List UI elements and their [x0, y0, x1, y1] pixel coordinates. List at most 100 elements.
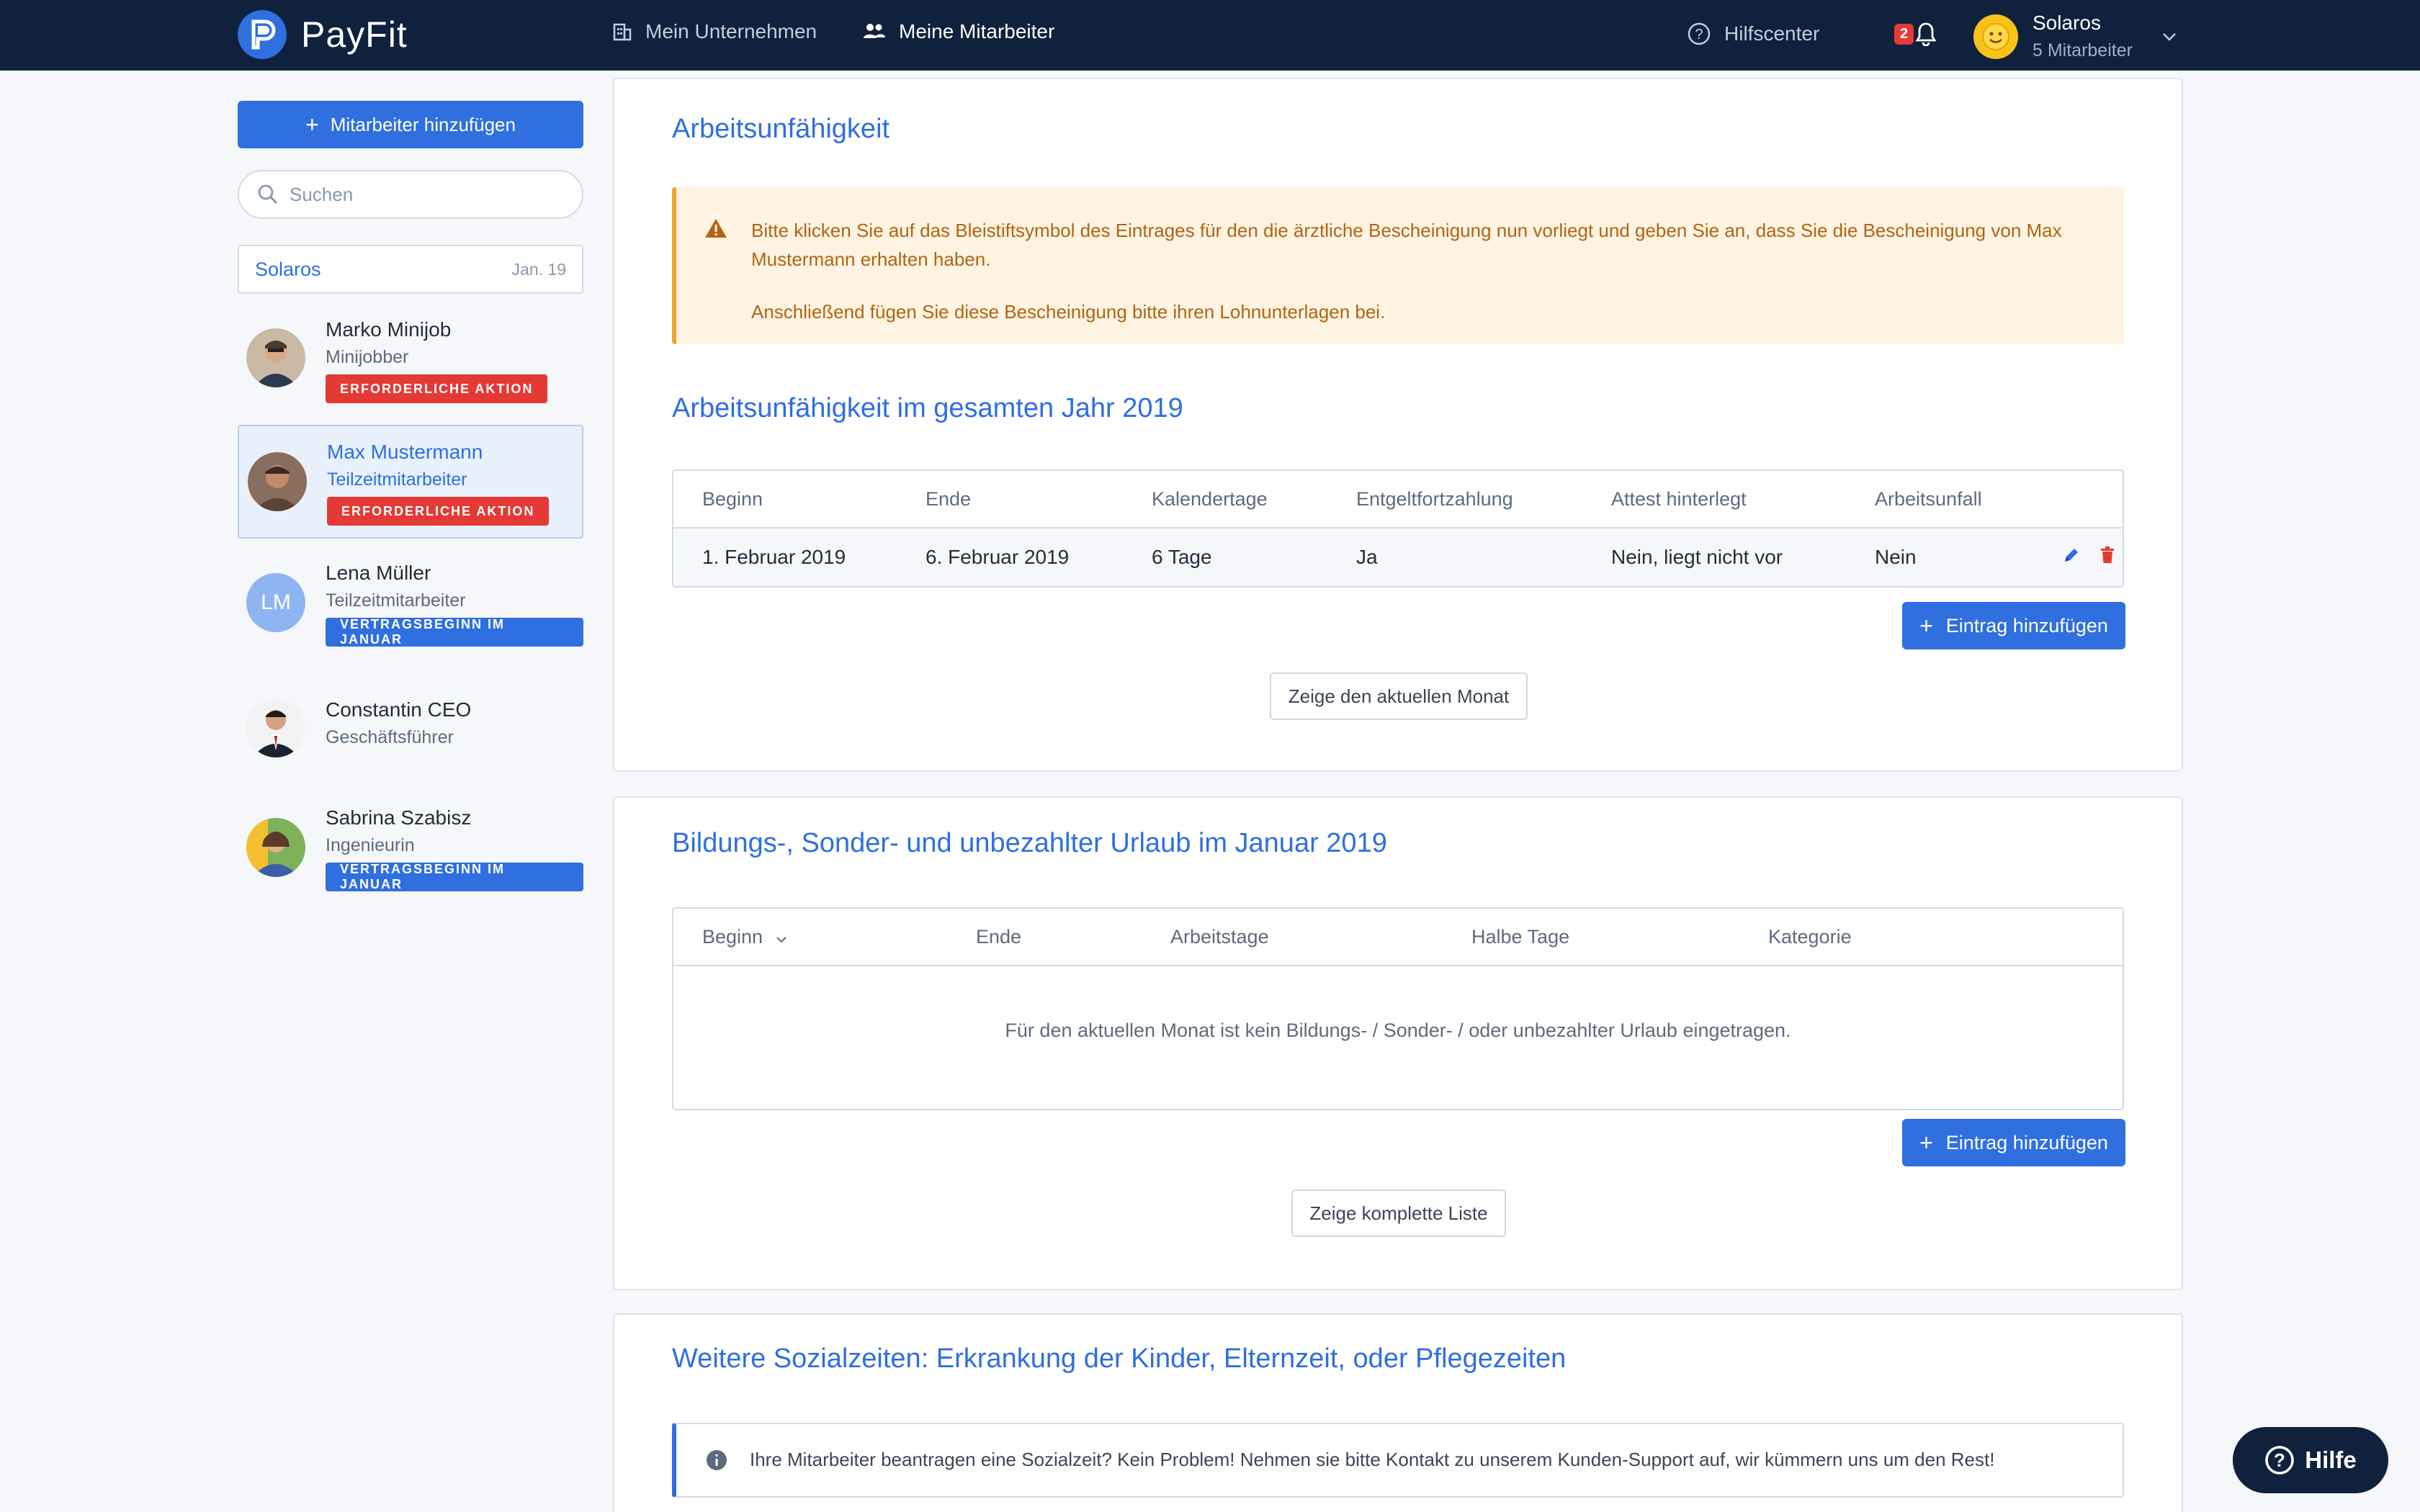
brand-name: PayFit	[301, 14, 408, 55]
info-alert: Ihre Mitarbeiter beantragen eine Sozialz…	[672, 1423, 2124, 1498]
column-header: Ende	[926, 488, 972, 510]
question-circle-icon: ?	[1688, 22, 1711, 45]
employee-list-item[interactable]: Marko Minijob Minijobber ERFORDERLICHE A…	[238, 302, 583, 416]
company-avatar	[1973, 14, 2018, 59]
trash-icon[interactable]	[2099, 546, 2115, 564]
table-header: Beginn Ende Arbeitstage Halbe Tage Kateg…	[673, 909, 2123, 966]
add-entry-label: Eintrag hinzufügen	[1945, 1131, 2108, 1153]
column-header: Entgeltfortzahlung	[1356, 488, 1513, 510]
nav-my-employees[interactable]: Meine Mitarbeiter	[863, 20, 1054, 43]
column-header-label: Beginn	[702, 926, 763, 948]
column-header: Arbeitsunfall	[1875, 488, 1982, 510]
payfit-logo-icon	[238, 10, 287, 59]
search-icon	[258, 184, 278, 204]
table-header: Beginn Ende Kalendertage Entgeltfortzahl…	[673, 471, 2123, 528]
avatar-initials: LM	[246, 573, 305, 632]
chevron-down-icon[interactable]	[2161, 32, 2177, 42]
incapacity-card: Arbeitsunfähigkeit Bitte klicken Sie auf…	[613, 78, 2183, 772]
payroll-period: Jan. 19	[511, 259, 566, 279]
search-input[interactable]	[290, 183, 563, 206]
employee-name: Constantin CEO	[326, 698, 472, 721]
employee-list-item[interactable]: Constantin CEO Geschäftsführer	[238, 684, 583, 770]
info-icon	[707, 1450, 727, 1470]
empty-state-message: Für den aktuellen Monat ist kein Bildung…	[1005, 1020, 1791, 1041]
company-name: Solaros	[255, 258, 321, 280]
employee-list-item-selected[interactable]: Max Mustermann Teilzeitmitarbeiter ERFOR…	[238, 425, 583, 539]
employee-role: Teilzeitmitarbeiter	[326, 590, 466, 611]
info-message: Ihre Mitarbeiter beantragen eine Sozialz…	[750, 1449, 1995, 1470]
social-times-title: Weitere Sozialzeiten: Erkrankung der Kin…	[672, 1344, 1567, 1374]
employee-list-item[interactable]: LM Lena Müller Teilzeitmitarbeiter VERTR…	[238, 547, 583, 661]
account-employee-count: 5 Mitarbeiter	[2033, 40, 2133, 60]
employee-name: Marko Minijob	[326, 318, 452, 341]
social-times-card: Weitere Sozialzeiten: Erkrankung der Kin…	[613, 1313, 2183, 1512]
column-header: Kalendertage	[1152, 488, 1268, 510]
status-badge: VERTRAGSBEGINN IM JANUAR	[326, 617, 583, 647]
bell-icon	[1915, 22, 1937, 46]
column-header-sortable[interactable]: Beginn	[702, 926, 787, 948]
incapacity-table: Beginn Ende Kalendertage Entgeltfortzahl…	[672, 469, 2124, 588]
nav-my-company[interactable]: Mein Unternehmen	[612, 20, 817, 43]
help-button[interactable]: ? Hilfe	[2233, 1427, 2388, 1493]
warning-message-secondary: Anschließend fügen Sie diese Bescheinigu…	[751, 301, 1386, 323]
employee-role: Geschäftsführer	[326, 727, 454, 747]
avatar	[248, 452, 307, 511]
plus-icon: +	[1919, 1129, 1933, 1156]
add-incapacity-entry-button[interactable]: + Eintrag hinzufügen	[1902, 602, 2125, 649]
employee-name: Lena Müller	[326, 562, 431, 584]
column-header: Attest hinterlegt	[1611, 488, 1747, 510]
table-row: 1. Februar 2019 6. Februar 2019 6 Tage J…	[673, 528, 2123, 586]
question-circle-icon: ?	[2265, 1446, 2294, 1475]
show-full-list-button[interactable]: Zeige komplette Liste	[1291, 1189, 1506, 1237]
cell-calendar-days: 6 Tage	[1152, 546, 1212, 568]
warning-triangle-icon	[705, 219, 727, 238]
show-current-month-button[interactable]: Zeige den aktuellen Monat	[1270, 672, 1528, 720]
column-header: Ende	[976, 926, 1022, 948]
company-selector[interactable]: Solaros Jan. 19	[238, 245, 583, 294]
warning-alert: Bitte klicken Sie auf das Bleistiftsymbo…	[672, 187, 2124, 344]
employee-list-item[interactable]: Sabrina Szabisz Ingenieurin VERTRAGSBEGI…	[238, 792, 583, 906]
payfit-logo[interactable]: PayFit	[238, 10, 408, 59]
add-entry-label: Eintrag hinzufügen	[1945, 614, 2108, 636]
employee-name: Max Mustermann	[327, 441, 483, 463]
notification-count-badge: 2	[1894, 23, 1914, 45]
smiley-sun-icon	[1982, 22, 2009, 50]
column-header: Halbe Tage	[1471, 926, 1570, 948]
employee-role: Ingenieurin	[326, 835, 415, 855]
avatar	[246, 328, 305, 387]
people-icon	[864, 24, 885, 38]
help-button-label: Hilfe	[2305, 1446, 2357, 1473]
nav-my-company-label: Mein Unternehmen	[645, 20, 817, 42]
building-icon	[613, 23, 632, 41]
pencil-icon[interactable]	[2062, 546, 2081, 564]
status-badge: VERTRAGSBEGINN IM JANUAR	[326, 862, 583, 891]
leave-table: Beginn Ende Arbeitstage Halbe Tage Kateg…	[672, 907, 2124, 1110]
account-name: Solaros	[2033, 12, 2101, 34]
employee-role: Teilzeitmitarbeiter	[327, 469, 467, 490]
account-menu[interactable]: Solaros 5 Mitarbeiter	[1973, 12, 2176, 61]
cell-continued-pay: Ja	[1356, 546, 1378, 568]
cell-certificate: Nein, liegt nicht vor	[1611, 546, 1783, 568]
employee-search[interactable]	[238, 170, 583, 219]
add-employee-button[interactable]: + Mitarbeiter hinzufügen	[238, 101, 583, 148]
cell-begin: 1. Februar 2019	[702, 546, 846, 568]
notifications[interactable]: 2	[1894, 22, 1937, 46]
leave-card: Bildungs-, Sonder- und unbezahlter Urlau…	[613, 796, 2183, 1290]
svg-text:?: ?	[2274, 1449, 2285, 1471]
nav-help-center[interactable]: ? Hilfscenter	[1687, 22, 1819, 46]
add-leave-entry-button[interactable]: + Eintrag hinzufügen	[1902, 1119, 2125, 1166]
incapacity-title: Arbeitsunfähigkeit	[672, 114, 890, 144]
incapacity-year-title: Arbeitsunfähigkeit im gesamten Jahr 2019	[672, 393, 1183, 423]
column-header: Arbeitstage	[1170, 926, 1269, 948]
plus-icon: +	[305, 111, 319, 138]
employee-role: Minijobber	[326, 347, 409, 367]
nav-my-employees-label: Meine Mitarbeiter	[899, 20, 1055, 42]
cell-work-accident: Nein	[1875, 546, 1917, 568]
column-header: Beginn	[702, 488, 763, 510]
cell-end: 6. Februar 2019	[926, 546, 1070, 568]
add-employee-label: Mitarbeiter hinzufügen	[330, 113, 516, 135]
leave-title: Bildungs-, Sonder- und unbezahlter Urlau…	[672, 828, 1387, 858]
avatar	[246, 698, 305, 757]
status-badge: ERFORDERLICHE AKTION	[326, 374, 548, 403]
top-navigation-bar: PayFit Mein Unternehmen Meine Mitarbeite…	[0, 0, 2420, 71]
